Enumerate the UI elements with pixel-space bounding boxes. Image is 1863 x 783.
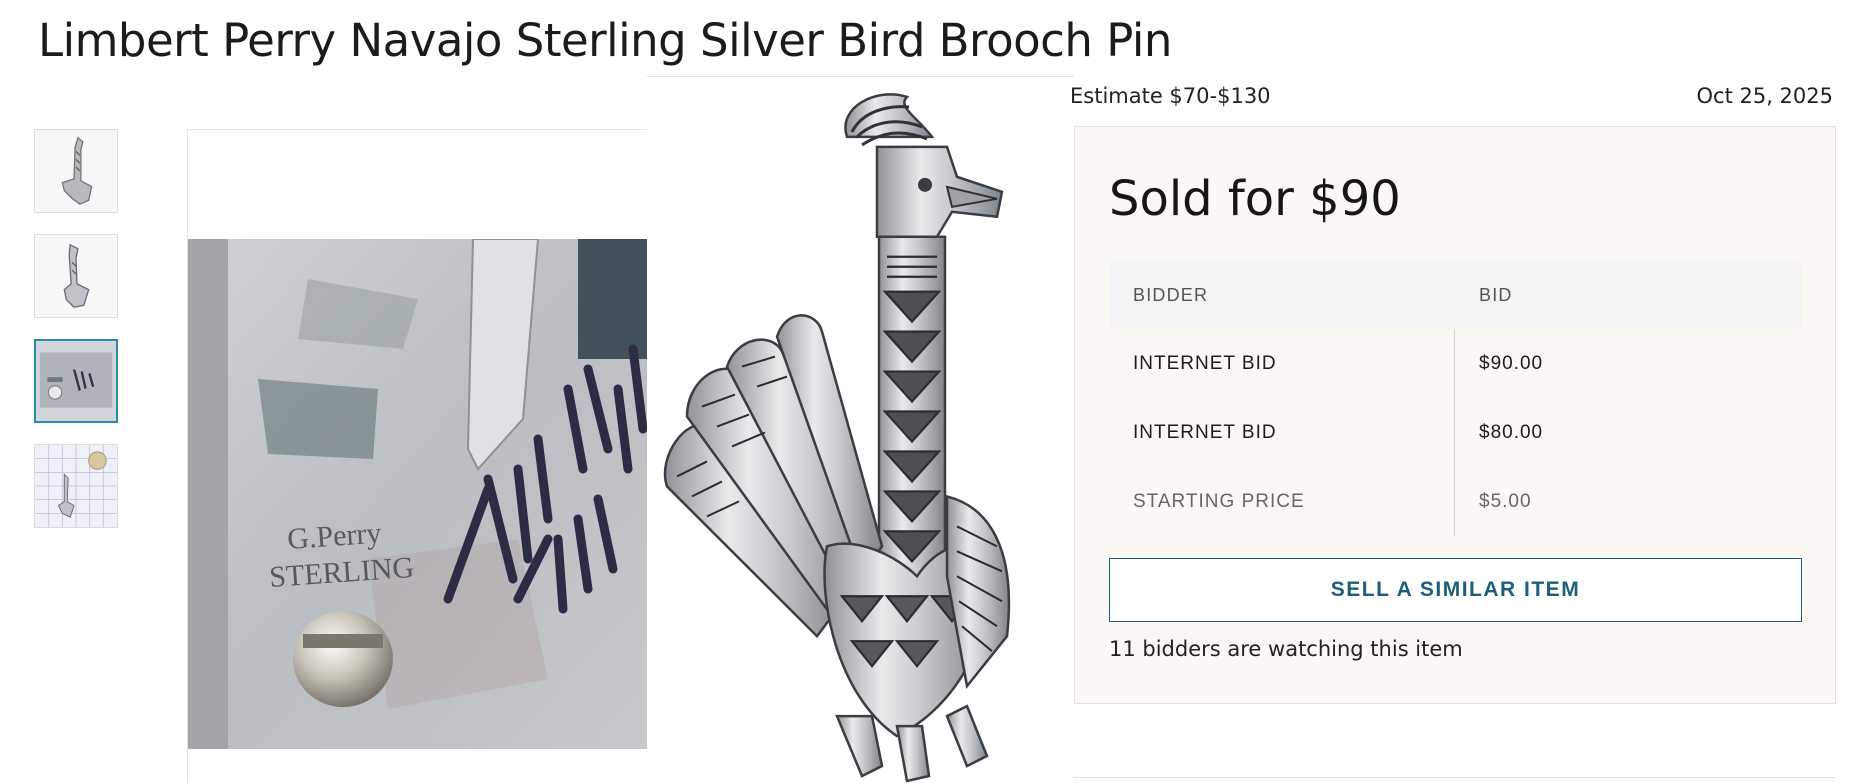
zoom-preview-image — [647, 76, 1074, 783]
sale-summary-panel: Sold for $90 BIDDER BID INTERNET BID $90… — [1074, 126, 1836, 704]
bid-amount-cell: $90.00 — [1479, 352, 1544, 374]
table-row: INTERNET BID $90.00 — [1109, 329, 1802, 398]
thumbnail-strip — [34, 129, 118, 549]
thumbnail-ruler-grid[interactable] — [34, 444, 118, 528]
main-product-image[interactable]: G.Perry STERLING — [188, 239, 647, 749]
sold-price: Sold for $90 — [1109, 171, 1401, 227]
column-header-bidder: BIDDER — [1133, 284, 1209, 305]
svg-text:G.Perry: G.Perry — [286, 516, 382, 555]
thumbnail-hallmark[interactable] — [34, 339, 118, 423]
thumbnail-bird-front[interactable] — [34, 129, 118, 213]
column-header-bid: BID — [1479, 284, 1513, 305]
bidder-cell: INTERNET BID — [1109, 398, 1455, 467]
estimate-range: Estimate $70-$130 — [1070, 84, 1271, 108]
watchers-count: 11 bidders are watching this item — [1109, 637, 1463, 661]
sell-similar-item-button[interactable]: SELL A SIMILAR ITEM — [1109, 558, 1802, 622]
sale-date: Oct 25, 2025 — [1696, 84, 1834, 108]
bid-amount-cell: $5.00 — [1479, 490, 1532, 512]
item-title: Limbert Perry Navajo Sterling Silver Bir… — [38, 14, 1172, 67]
bid-amount-cell: $80.00 — [1479, 421, 1544, 443]
thumbnail-bird-angle[interactable] — [34, 234, 118, 318]
table-row: STARTING PRICE $5.00 — [1109, 467, 1802, 536]
table-row: INTERNET BID $80.00 — [1109, 398, 1802, 467]
divider — [1074, 777, 1836, 778]
bid-history-table: BIDDER BID INTERNET BID $90.00 INTERNET … — [1109, 261, 1802, 536]
table-header: BIDDER BID — [1109, 261, 1802, 329]
bidder-cell: INTERNET BID — [1109, 329, 1455, 398]
bidder-cell: STARTING PRICE — [1109, 467, 1455, 536]
